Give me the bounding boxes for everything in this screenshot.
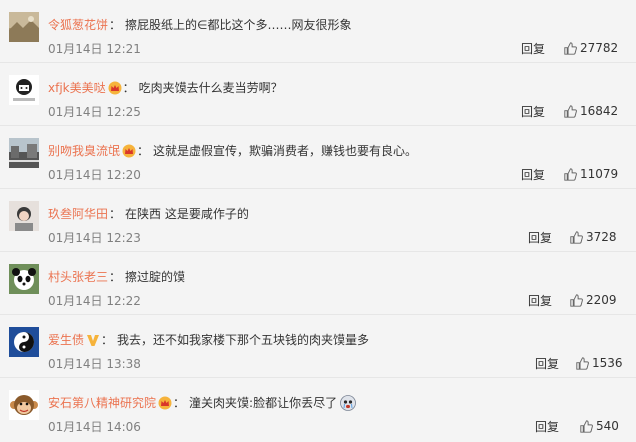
timestamp: 01月14日 12:21: [48, 42, 141, 56]
thumbs-up-icon: [564, 104, 577, 118]
reply-button[interactable]: 回复: [528, 231, 552, 245]
like-count: 2209: [586, 293, 617, 307]
thumbs-up-icon: [570, 230, 583, 244]
yin-yang-avatar-icon[interactable]: [9, 327, 39, 357]
colon: ：: [173, 396, 186, 410]
thumbs-up-icon: [576, 356, 589, 370]
comment-text: 擦屁股纸上的∈都比这个多……网友很形象: [125, 18, 352, 32]
timestamp: 01月14日 12:23: [48, 231, 141, 245]
like-count: 11079: [580, 167, 619, 181]
colon: ：: [122, 81, 135, 95]
like-count: 3728: [586, 230, 617, 244]
comment-text: 擦过腚的馍: [125, 270, 186, 284]
crown-badge-icon: [108, 81, 122, 95]
reply-button[interactable]: 回复: [521, 168, 545, 182]
crown-badge-icon: [122, 144, 136, 158]
username-link[interactable]: 别吻我臭流氓: [48, 143, 120, 159]
comment-item: 玖叁阿华田 ： 在陕西 这是要咸作子的 01月14日 12:23 回复 3728: [0, 189, 636, 252]
landscape-avatar-icon[interactable]: [9, 12, 39, 42]
timestamp: 01月14日 14:06: [48, 420, 141, 434]
like-button[interactable]: 11079: [564, 167, 618, 181]
username-link[interactable]: 安石第八精神研究院: [48, 395, 156, 411]
comment-text: 吃肉夹馍去什么麦当劳啊？: [138, 81, 283, 95]
username-link[interactable]: 令狐葱花饼: [48, 17, 108, 33]
timestamp: 01月14日 12:25: [48, 105, 141, 119]
thumbs-up-icon: [564, 167, 577, 181]
photo-avatar-icon[interactable]: [9, 201, 39, 231]
like-button[interactable]: 540: [580, 419, 619, 433]
comment-item: 安石第八精神研究院 ： 潼关肉夹馍:脸都让你丢尽了 01月14日 14:06 回…: [0, 378, 636, 441]
comment-item: 爱生债 ： 我去，还不如我家楼下那个五块钱的肉夹馍量多 01月14日 13:38…: [0, 315, 636, 378]
timestamp: 01月14日 12:20: [48, 168, 141, 182]
username-link[interactable]: xfjk美美哒: [48, 80, 106, 96]
comment-text: 在陕西 这是要咸作子的: [125, 207, 249, 221]
like-button[interactable]: 27782: [564, 41, 618, 55]
like-count: 16842: [580, 104, 619, 118]
like-count: 27782: [580, 41, 619, 55]
username-link[interactable]: 村头张老三: [48, 269, 108, 285]
crying-face-emoji-icon: [340, 395, 356, 411]
comment-text: 这就是虚假宣传，欺骗消费者，赚钱也要有良心。: [153, 144, 418, 158]
monkey-avatar-icon[interactable]: [9, 390, 39, 420]
street-avatar-icon[interactable]: [9, 138, 39, 168]
panda-avatar-icon[interactable]: [9, 264, 39, 294]
comment-item: 令狐葱花饼 ： 擦屁股纸上的∈都比这个多……网友很形象 01月14日 12:21…: [0, 0, 636, 63]
username-link[interactable]: 玖叁阿华田: [48, 206, 108, 222]
reply-button[interactable]: 回复: [535, 420, 559, 434]
like-button[interactable]: 1536: [576, 356, 623, 370]
cartoon-avatar-icon[interactable]: [9, 75, 39, 105]
thumbs-up-icon: [570, 293, 583, 307]
comment-list: 令狐葱花饼 ： 擦屁股纸上的∈都比这个多……网友很形象 01月14日 12:21…: [0, 0, 636, 442]
colon: ：: [109, 18, 122, 32]
reply-button[interactable]: 回复: [535, 357, 559, 371]
comment-text: 潼关肉夹馍:脸都让你丢尽了: [189, 396, 338, 410]
like-count: 1536: [592, 356, 623, 370]
reply-button[interactable]: 回复: [521, 105, 545, 119]
colon: ：: [137, 144, 150, 158]
username-link[interactable]: 爱生债: [48, 332, 84, 348]
thumbs-up-icon: [564, 41, 577, 55]
colon: ：: [109, 270, 122, 284]
timestamp: 01月14日 12:22: [48, 294, 141, 308]
comment-item: 别吻我臭流氓 ： 这就是虚假宣传，欺骗消费者，赚钱也要有良心。 01月14日 1…: [0, 126, 636, 189]
colon: ：: [101, 333, 114, 347]
like-button[interactable]: 3728: [570, 230, 617, 244]
like-button[interactable]: 16842: [564, 104, 618, 118]
comment-text: 我去，还不如我家楼下那个五块钱的肉夹馍量多: [117, 333, 370, 347]
like-count: 540: [596, 419, 619, 433]
like-button[interactable]: 2209: [570, 293, 617, 307]
thumbs-up-icon: [580, 419, 593, 433]
reply-button[interactable]: 回复: [521, 42, 545, 56]
comment-item: 村头张老三 ： 擦过腚的馍 01月14日 12:22 回复 2209: [0, 252, 636, 315]
timestamp: 01月14日 13:38: [48, 357, 141, 371]
crown-badge-icon: [158, 396, 172, 410]
colon: ：: [109, 207, 122, 221]
verified-v-badge-icon: [86, 333, 100, 347]
reply-button[interactable]: 回复: [528, 294, 552, 308]
comment-item: xfjk美美哒 ： 吃肉夹馍去什么麦当劳啊？ 01月14日 12:25 回复 1…: [0, 63, 636, 126]
